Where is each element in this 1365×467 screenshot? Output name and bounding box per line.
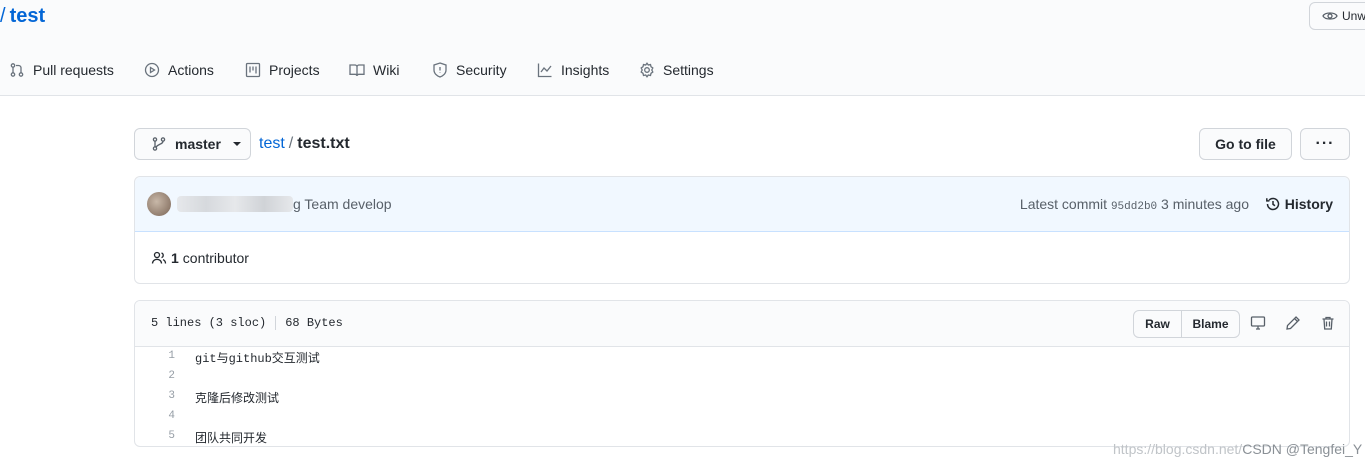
commit-time: 3 minutes ago xyxy=(1161,196,1249,212)
watch-button-label: Unw xyxy=(1342,9,1365,23)
commit-message[interactable]: g Team develop xyxy=(293,196,392,212)
file-size: 68 Bytes xyxy=(285,316,343,331)
branch-icon xyxy=(152,137,166,151)
code-line: 4 xyxy=(135,407,1349,427)
desktop-icon[interactable] xyxy=(1250,315,1266,331)
line-content: git与github交互测试 xyxy=(195,352,320,366)
line-number[interactable]: 5 xyxy=(135,430,175,442)
branch-name: master xyxy=(175,136,221,152)
tab-actions[interactable]: Actions xyxy=(144,62,214,78)
repo-header: / test Unw Pull requests Actions Projects… xyxy=(0,0,1365,96)
file-lines-info: 5 lines (3 sloc) xyxy=(151,316,267,331)
file-info-divider xyxy=(275,316,277,330)
trash-icon[interactable] xyxy=(1320,315,1336,331)
pull-request-icon xyxy=(10,63,24,77)
tab-projects[interactable]: Projects xyxy=(245,62,320,78)
go-to-file-button[interactable]: Go to file xyxy=(1199,128,1292,160)
redacted-author-name xyxy=(177,196,293,212)
eye-icon xyxy=(1322,12,1338,20)
watermark-tag: CSDN @Tengfei_Y xyxy=(1242,441,1363,457)
breadcrumb-repo-link[interactable]: test xyxy=(259,135,285,152)
file-viewer: 5 lines (3 sloc) 68 Bytes Raw Blame 1 git… xyxy=(134,300,1350,447)
watermark-url: https://blog.csdn.net/ xyxy=(1113,441,1243,457)
line-number[interactable]: 3 xyxy=(135,390,175,402)
tab-actions-label: Actions xyxy=(168,62,214,78)
latest-commit-label: Latest commit xyxy=(1019,196,1108,212)
file-navigation: master test / test.txt Go to file ··· xyxy=(134,128,1350,160)
tab-settings[interactable]: Settings xyxy=(639,62,714,78)
line-number[interactable]: 2 xyxy=(135,370,175,382)
book-icon xyxy=(349,64,365,77)
contributors-row[interactable]: 1 contributor xyxy=(135,232,1349,284)
line-number[interactable]: 1 xyxy=(135,350,175,362)
watch-button[interactable]: Unw xyxy=(1309,2,1365,30)
line-content: 克隆后修改测试 xyxy=(195,392,280,406)
code-body: 1 git与github交互测试 2 3 克隆后修改测试 4 5 团队共同开发 xyxy=(135,347,1349,446)
tab-settings-label: Settings xyxy=(663,62,714,78)
tab-insights-label: Insights xyxy=(561,62,610,78)
code-line: 1 git与github交互测试 xyxy=(135,347,1349,367)
line-number[interactable]: 4 xyxy=(135,410,175,422)
breadcrumb: test / test.txt xyxy=(259,135,350,153)
breadcrumb-file-name: test.txt xyxy=(297,135,350,152)
shield-icon xyxy=(433,62,447,78)
history-label: History xyxy=(1284,196,1333,212)
people-icon xyxy=(151,251,167,264)
pencil-icon[interactable] xyxy=(1285,315,1301,331)
graph-icon xyxy=(537,63,552,78)
repo-title-separator: / xyxy=(0,5,6,27)
code-line: 3 克隆后修改测试 xyxy=(135,387,1349,407)
tab-wiki[interactable]: Wiki xyxy=(349,62,399,78)
commit-sha-link[interactable]: 95dd2b0 xyxy=(1111,201,1157,213)
commit-meta: Latest commit 95dd2b0 3 minutes ago xyxy=(1020,196,1249,213)
breadcrumb-separator: / xyxy=(288,135,294,152)
contributor-label: contributor xyxy=(182,250,249,266)
repo-name-link[interactable]: test xyxy=(10,5,46,27)
raw-button[interactable]: Raw xyxy=(1134,311,1182,337)
tab-security-label: Security xyxy=(456,62,507,78)
tab-pull-requests-label: Pull requests xyxy=(33,62,114,78)
branch-select-button[interactable]: master xyxy=(134,128,251,160)
repo-title[interactable]: / test xyxy=(0,5,45,28)
file-header: 5 lines (3 sloc) 68 Bytes Raw Blame xyxy=(135,301,1349,347)
line-content: 团队共同开发 xyxy=(195,432,268,446)
caret-down-icon xyxy=(232,142,241,146)
contributor-count: 1 xyxy=(171,250,179,266)
tab-insights[interactable]: Insights xyxy=(537,62,609,78)
play-icon xyxy=(144,62,160,78)
tab-pull-requests[interactable]: Pull requests xyxy=(9,62,114,78)
more-options-button[interactable]: ··· xyxy=(1300,128,1350,160)
file-actions-group: Raw Blame xyxy=(1133,310,1240,338)
tab-security[interactable]: Security xyxy=(432,62,507,78)
watermark: https://blog.csdn.net/CSDN @Tengfei_Y xyxy=(1113,441,1362,457)
file-info: 5 lines (3 sloc) 68 Bytes xyxy=(151,316,343,330)
blame-button[interactable]: Blame xyxy=(1182,311,1239,337)
tab-projects-label: Projects xyxy=(269,62,320,78)
code-line: 2 xyxy=(135,367,1349,387)
history-link[interactable]: History xyxy=(1265,196,1333,212)
project-icon xyxy=(245,62,261,78)
latest-commit-bar: g Team develop Latest commit 95dd2b0 3 m… xyxy=(135,177,1349,232)
history-icon xyxy=(1265,197,1280,211)
gear-icon xyxy=(640,62,654,78)
tab-wiki-label: Wiki xyxy=(373,62,400,78)
avatar[interactable] xyxy=(147,192,171,216)
commit-box: g Team develop Latest commit 95dd2b0 3 m… xyxy=(134,176,1350,284)
